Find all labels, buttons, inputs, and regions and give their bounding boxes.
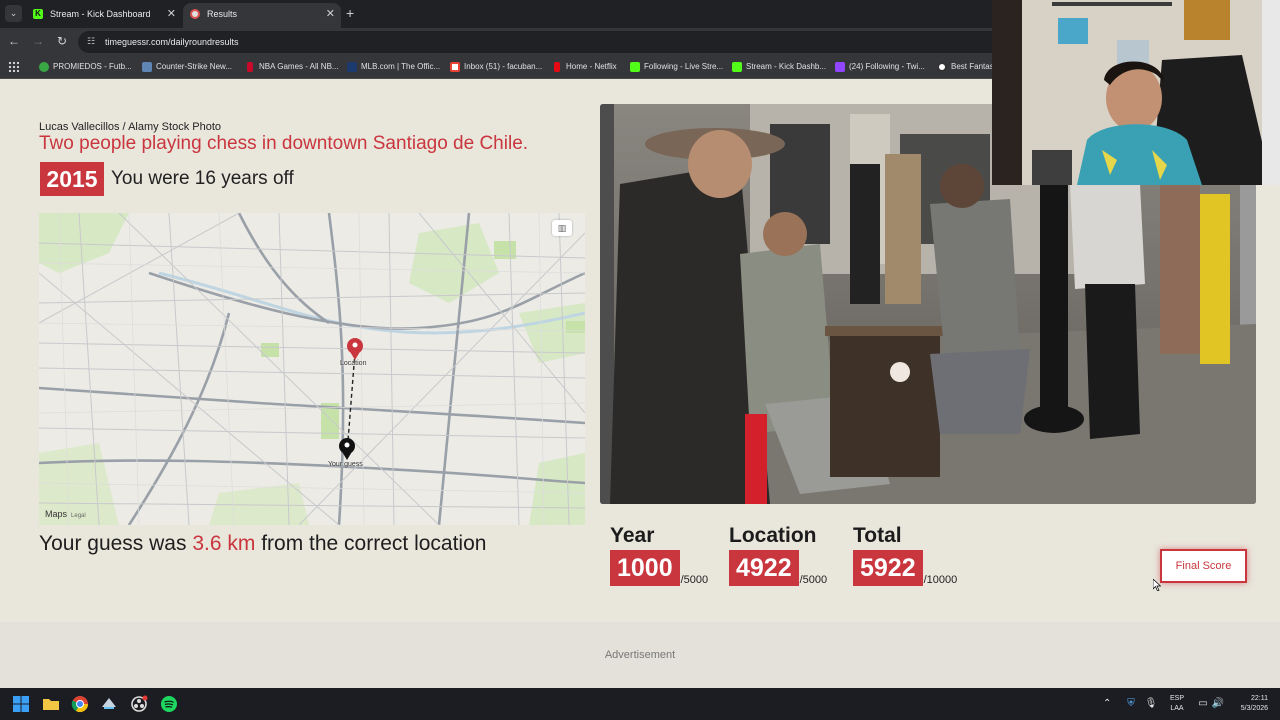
keyboard-layout: LAA (1170, 705, 1184, 712)
obs-icon[interactable] (130, 695, 148, 713)
distance-suffix: from the correct location (255, 532, 487, 555)
volume-icon[interactable]: 🔊 (1211, 688, 1225, 720)
file-explorer-icon[interactable] (42, 695, 60, 713)
system-clock[interactable]: 22:11 5/3/2026 (1230, 688, 1268, 720)
maps-legal-link[interactable]: Legal (71, 513, 86, 519)
location-pin-label: Location (340, 360, 367, 367)
reload-icon[interactable]: ↻ (54, 33, 70, 49)
map-type-toggle-icon[interactable]: ▥ (552, 220, 572, 236)
apps-grid-icon[interactable] (8, 61, 19, 72)
photo-credit: Lucas Vallecillos / Alamy Stock Photo (39, 121, 221, 133)
score-year: Year 1000/5000 (610, 524, 708, 586)
clock-date: 5/3/2026 (1240, 705, 1268, 712)
score-label: Year (610, 524, 655, 547)
language-indicator[interactable]: ESP LAA (1166, 688, 1188, 720)
tab-label: Stream - Kick Dashboard (50, 9, 151, 19)
site-info-icon[interactable]: ☷ (87, 36, 98, 47)
score-value: 4922 (729, 550, 799, 586)
score-total: Total 5922/10000 (853, 524, 957, 586)
spotify-icon[interactable] (160, 695, 178, 713)
mlb-icon (347, 62, 357, 72)
bookmark-item[interactable]: NBA Games - All NB... (245, 55, 339, 79)
years-off-text: You were 16 years off (111, 168, 294, 189)
gmail-icon (450, 62, 460, 72)
apple-maps-logo: Maps Legal (45, 509, 86, 519)
tab-kick-dashboard[interactable]: K Stream - Kick Dashboard ✕ (26, 3, 182, 28)
url-text: timeguessr.com/dailyroundresults (105, 37, 239, 47)
bookmark-label: (24) Following - Twi... (849, 62, 925, 71)
clock-time: 22:11 (1251, 695, 1268, 702)
score-max: /10000 (923, 574, 958, 586)
bookmark-item[interactable]: Stream - Kick Dashb... (732, 55, 826, 79)
network-icon[interactable]: ▭ (1196, 688, 1210, 720)
close-icon[interactable]: ✕ (167, 3, 176, 25)
guess-pin-label: Your guess (328, 461, 363, 468)
bookmark-item[interactable]: Best Fantas... (937, 55, 1000, 79)
score-label: Total (853, 524, 902, 547)
bookmark-item[interactable]: (24) Following - Twi... (835, 55, 925, 79)
score-location: Location 4922/5000 (729, 524, 827, 586)
webcam-feed (992, 0, 1280, 185)
bookmark-item[interactable]: PROMIEDOS - Futb... (39, 55, 132, 79)
score-value: 5922 (853, 550, 923, 586)
tab-search-button[interactable]: ⌄ (5, 5, 22, 22)
score-label: Location (729, 524, 817, 547)
counter-strike-icon (142, 62, 152, 72)
netflix-icon (554, 62, 560, 72)
chrome-icon[interactable] (71, 695, 89, 713)
timeguessr-icon (190, 9, 200, 19)
mouse-cursor-icon (1153, 579, 1161, 591)
distance-value: 3.6 km (192, 532, 256, 555)
final-score-button[interactable]: Final Score (1160, 549, 1247, 583)
bookmark-label: NBA Games - All NB... (259, 62, 339, 71)
score-max: /5000 (799, 574, 828, 586)
close-icon[interactable]: ✕ (326, 3, 335, 25)
score-value: 1000 (610, 550, 680, 586)
bookmark-label: MLB.com | The Offic... (361, 62, 441, 71)
windows-start-icon[interactable] (12, 695, 30, 713)
fantasy-icon (937, 62, 947, 72)
bookmark-item[interactable]: Home - Netflix (552, 55, 617, 79)
photo-caption: Two people playing chess in downtown San… (39, 133, 529, 154)
bookmark-item[interactable]: Counter-Strike New... (142, 55, 232, 79)
kick-icon (732, 62, 742, 72)
map-streets (39, 213, 585, 525)
show-hidden-icons-icon[interactable]: ⌃ (1103, 688, 1111, 720)
tab-results[interactable]: Results ✕ (183, 3, 341, 28)
microphone-icon[interactable]: 🎙 (1144, 688, 1158, 720)
twitch-icon (835, 62, 845, 72)
score-max: /5000 (680, 574, 709, 586)
bookmark-label: Stream - Kick Dashb... (746, 62, 827, 71)
answer-year-badge: 2015 (40, 162, 104, 196)
back-icon[interactable]: ← (6, 33, 22, 49)
nba-icon (247, 62, 253, 72)
distance-prefix: Your guess was (39, 532, 193, 555)
kick-icon: K (33, 9, 43, 19)
bookmark-label: Counter-Strike New... (156, 62, 233, 71)
bookmark-label: Following - Live Stre... (644, 62, 724, 71)
bookmark-item[interactable]: Following - Live Stre... (630, 55, 723, 79)
language-code: ESP (1169, 695, 1184, 702)
bookmark-item[interactable]: MLB.com | The Offic... (347, 55, 440, 79)
windows-taskbar: ⌃ ⛨ 🎙 ESP LAA ▭ 🔊 22:11 5/3/2026 (0, 688, 1280, 720)
webcam-overlay (992, 0, 1280, 185)
tab-label: Results (207, 9, 238, 19)
bookmark-item[interactable]: Inbox (51) - facuban... (450, 55, 542, 79)
distance-summary: Your guess was 3.6 km from the correct l… (39, 532, 486, 556)
forward-icon[interactable]: → (30, 33, 46, 49)
result-map[interactable]: ▥ Location Your guess Maps Legal (39, 213, 585, 525)
new-tab-button[interactable]: + (346, 4, 354, 22)
bookmark-label: Inbox (51) - facuban... (464, 62, 543, 71)
steam-icon[interactable] (100, 695, 118, 713)
promiedos-icon (39, 62, 49, 72)
bookmark-label: PROMIEDOS - Futb... (53, 62, 132, 71)
maps-brand-text: Maps (45, 509, 68, 519)
bookmark-label: Home - Netflix (566, 62, 617, 71)
advertisement-label: Advertisement (604, 649, 676, 661)
security-shield-icon[interactable]: ⛨ (1123, 688, 1139, 720)
kick-icon (630, 62, 640, 72)
